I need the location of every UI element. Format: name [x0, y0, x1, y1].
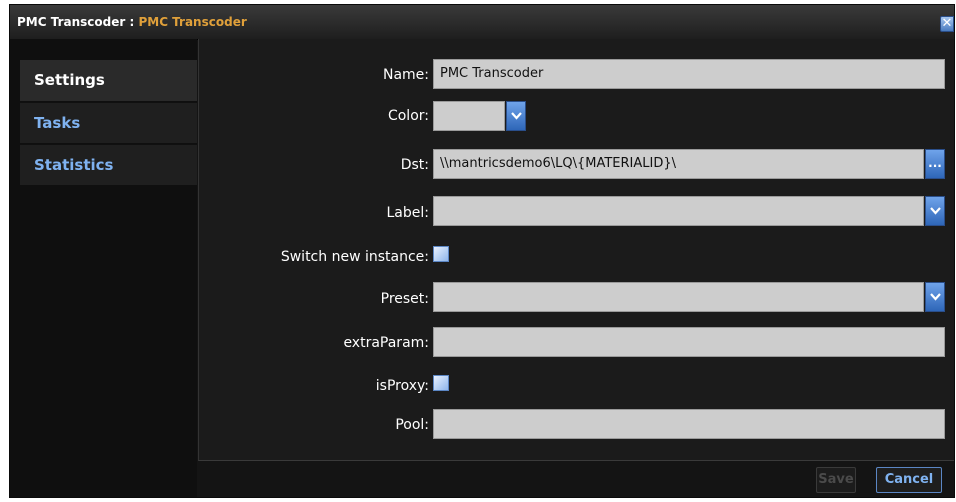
label-select[interactable]: [433, 196, 924, 226]
pool-input[interactable]: [433, 409, 945, 439]
preset-dropdown-icon[interactable]: [925, 282, 945, 312]
color-dropdown-icon[interactable]: [506, 101, 526, 131]
sidebar-item-tasks[interactable]: Tasks: [20, 102, 197, 143]
is-proxy-checkbox[interactable]: [433, 375, 449, 391]
settings-panel: Name: PMC Transcoder Color: Dst: \\mantr…: [198, 39, 954, 461]
preset-label: Preset:: [380, 291, 429, 307]
pool-label: Pool:: [395, 417, 429, 433]
is-proxy-label: isProxy:: [375, 378, 429, 394]
browse-button[interactable]: ...: [925, 149, 945, 179]
sidebar-item-statistics[interactable]: Statistics: [20, 144, 197, 185]
sidebar-item-settings[interactable]: Settings: [20, 60, 197, 101]
title-main: PMC Transcoder :: [17, 15, 139, 29]
save-button[interactable]: Save: [816, 467, 856, 493]
window-title: PMC Transcoder : PMC Transcoder: [17, 15, 247, 29]
title-subtitle: PMC Transcoder: [138, 15, 247, 29]
name-input[interactable]: PMC Transcoder: [433, 59, 945, 89]
sidebar: Settings Tasks Statistics: [10, 39, 197, 497]
label-label: Label:: [386, 205, 430, 221]
cancel-button[interactable]: Cancel: [876, 467, 942, 493]
switch-new-instance-checkbox[interactable]: [433, 246, 449, 262]
switch-new-instance-label: Switch new instance:: [280, 249, 429, 265]
transcoder-dialog: PMC Transcoder : PMC Transcoder ✕ Settin…: [9, 4, 955, 498]
color-label: Color:: [387, 108, 429, 124]
extra-param-label: extraParam:: [343, 335, 429, 351]
color-picker[interactable]: [433, 101, 505, 131]
dst-label: Dst:: [400, 157, 429, 173]
name-label: Name:: [382, 67, 429, 83]
dst-input[interactable]: \\mantricsdemo6\LQ\{MATERIALID}\: [433, 149, 924, 179]
close-icon[interactable]: ✕: [940, 16, 954, 32]
title-bar: PMC Transcoder : PMC Transcoder ✕: [10, 5, 954, 40]
extra-param-input[interactable]: [433, 327, 945, 357]
label-dropdown-icon[interactable]: [925, 196, 945, 226]
preset-select[interactable]: [433, 282, 924, 312]
